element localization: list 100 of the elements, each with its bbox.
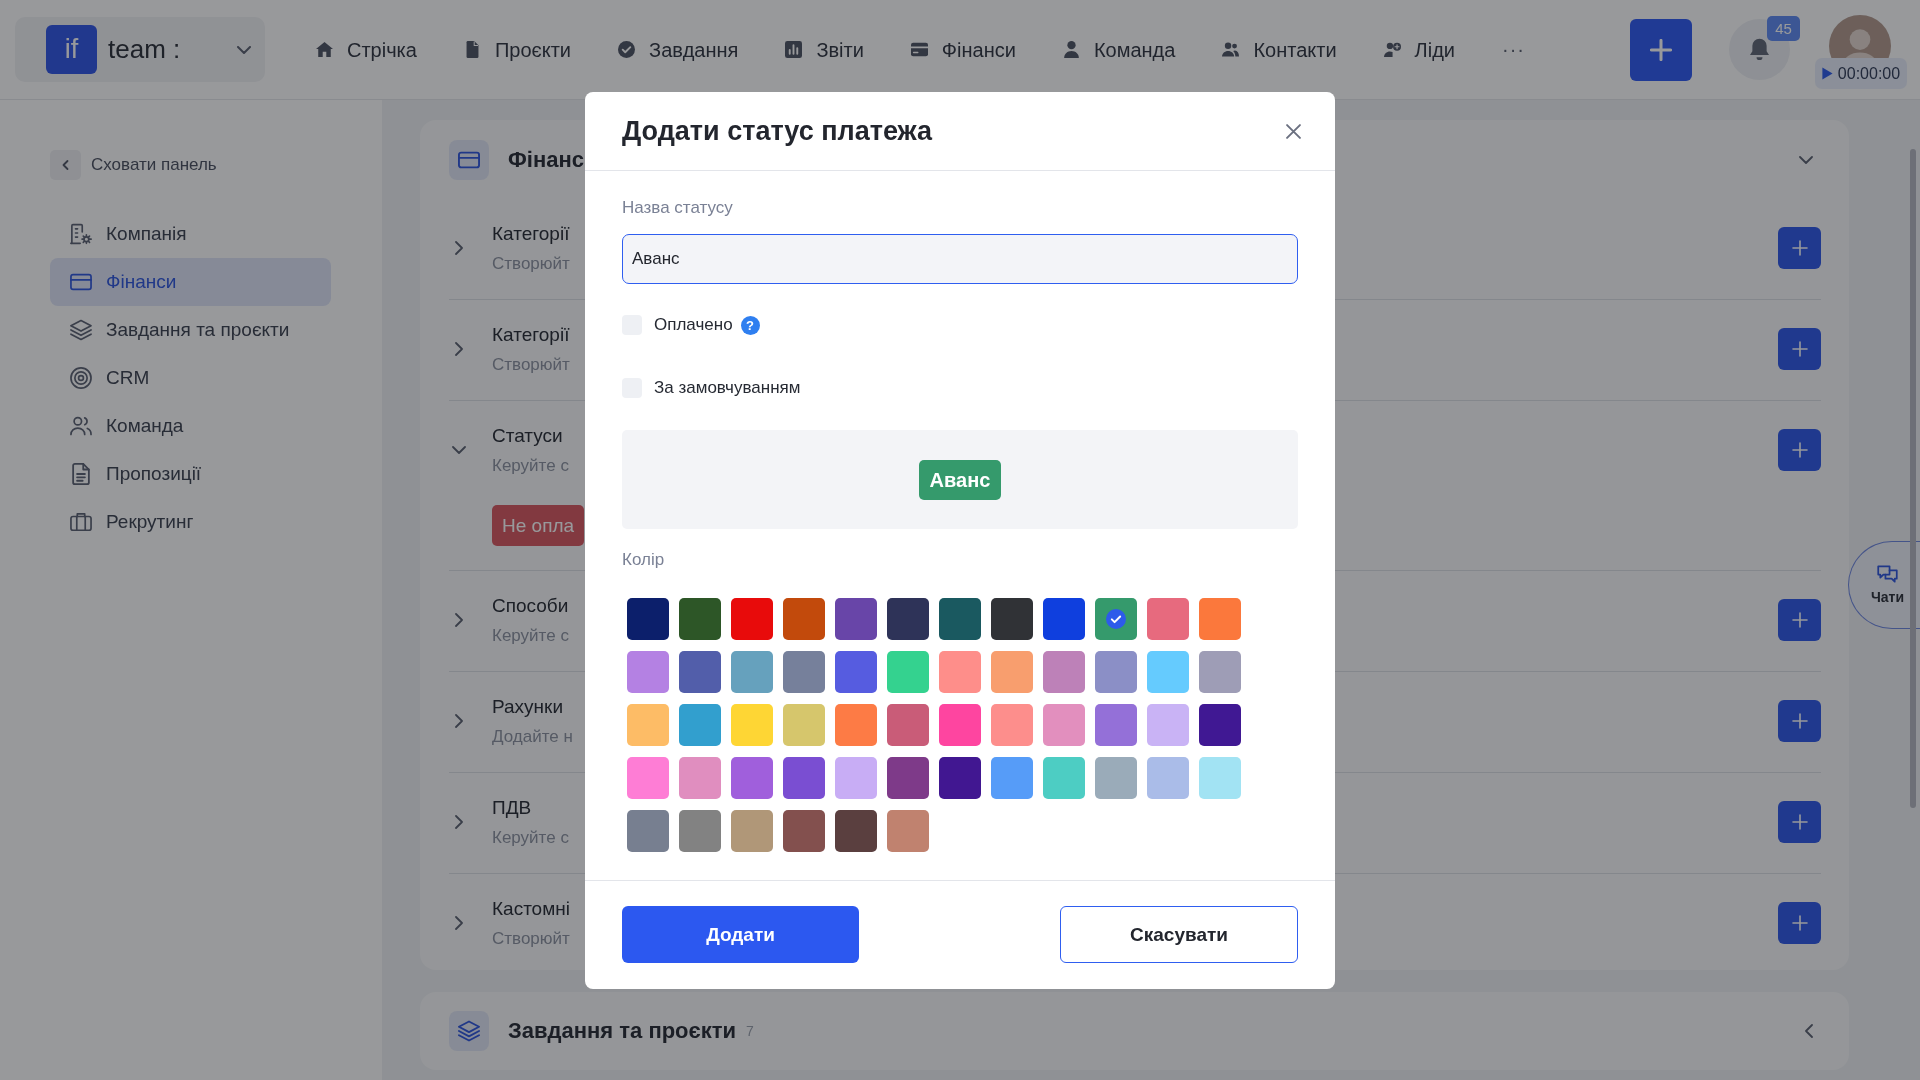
add-button[interactable] [1778, 429, 1821, 471]
timer-button[interactable]: 00:00:00 [1815, 57, 1907, 89]
color-swatch-icon[interactable] [835, 650, 877, 693]
color-swatch-icon[interactable] [627, 597, 669, 640]
color-swatch-icon[interactable] [1043, 650, 1085, 693]
color-swatch-icon[interactable] [1095, 756, 1137, 799]
chevron-down-icon[interactable] [452, 446, 466, 454]
nav-link[interactable]: Проєкти [463, 37, 572, 62]
color-swatch-icon[interactable] [783, 597, 825, 640]
more-button[interactable]: ··· [1502, 38, 1525, 61]
color-swatch-icon[interactable] [939, 650, 981, 693]
color-swatch-icon[interactable] [991, 756, 1033, 799]
color-swatch-icon[interactable] [731, 650, 773, 693]
chevron-right-icon[interactable] [455, 714, 463, 728]
chevron-right-icon[interactable] [455, 815, 463, 829]
help-icon[interactable]: ? [740, 315, 760, 335]
color-swatch-icon[interactable] [1095, 703, 1137, 746]
color-swatch-icon[interactable] [679, 650, 721, 693]
chevron-down-icon[interactable] [1799, 156, 1813, 164]
color-swatch-icon[interactable] [887, 597, 929, 640]
color-swatch-icon[interactable] [783, 756, 825, 799]
color-swatch-icon[interactable] [1043, 597, 1085, 640]
color-swatch-icon[interactable] [1199, 650, 1241, 693]
color-swatch-icon[interactable] [1147, 756, 1189, 799]
sidebar-item[interactable]: Рекрутинг [50, 498, 331, 546]
color-swatch-icon[interactable] [1043, 703, 1085, 746]
status-tag[interactable]: Не опла [492, 505, 585, 546]
color-swatch-icon[interactable] [627, 756, 669, 799]
color-swatch-icon[interactable] [731, 703, 773, 746]
color-swatch-icon[interactable] [1095, 597, 1137, 640]
nav-link[interactable]: Команда [1062, 37, 1176, 62]
color-swatch-icon[interactable] [627, 703, 669, 746]
color-swatch-icon[interactable] [939, 756, 981, 799]
status-name-input[interactable]: Аванс [622, 234, 1298, 284]
add-button[interactable] [1778, 902, 1821, 944]
color-swatch-icon[interactable] [1147, 703, 1189, 746]
color-swatch-icon[interactable] [939, 597, 981, 640]
chevron-left-icon[interactable] [1805, 1024, 1813, 1038]
sidebar-item[interactable]: Пропозиції [50, 450, 331, 498]
sidebar-item[interactable]: Компанія [50, 210, 331, 258]
nav-link[interactable]: Звіти [785, 37, 864, 62]
color-swatch-icon[interactable] [887, 809, 929, 852]
color-swatch-icon[interactable] [731, 809, 773, 852]
color-swatch-icon[interactable] [991, 703, 1033, 746]
add-button[interactable] [1778, 700, 1821, 742]
color-swatch-icon[interactable] [627, 809, 669, 852]
color-swatch-icon[interactable] [679, 756, 721, 799]
sidebar-item[interactable]: Фінанси [50, 258, 331, 306]
color-swatch-icon[interactable] [939, 703, 981, 746]
nav-link[interactable]: Контакти [1222, 37, 1337, 62]
color-swatch-icon[interactable] [731, 756, 773, 799]
color-swatch-icon[interactable] [991, 650, 1033, 693]
color-swatch-icon[interactable] [887, 650, 929, 693]
chevron-right-icon[interactable] [455, 613, 463, 627]
nav-link[interactable]: Завдання [618, 37, 739, 62]
color-swatch-icon[interactable] [1199, 597, 1241, 640]
color-swatch-icon[interactable] [783, 703, 825, 746]
color-swatch-icon[interactable] [835, 703, 877, 746]
person-plus-icon [1383, 41, 1401, 58]
sidebar-item[interactable]: CRM [50, 354, 331, 402]
add-button[interactable] [1778, 599, 1821, 641]
color-swatch-icon[interactable] [783, 650, 825, 693]
color-swatch-icon[interactable] [835, 597, 877, 640]
color-swatch-icon[interactable] [887, 756, 929, 799]
nav-link[interactable]: Фінанси [910, 37, 1016, 62]
hide-panel-button[interactable]: Сховати панель [50, 150, 217, 180]
color-swatch-icon[interactable] [1199, 756, 1241, 799]
color-swatch-icon[interactable] [991, 597, 1033, 640]
color-swatch-icon[interactable] [1147, 650, 1189, 693]
color-swatch-icon[interactable] [731, 597, 773, 640]
color-swatch-icon[interactable] [783, 809, 825, 852]
add-button[interactable] [1630, 18, 1692, 81]
color-swatch-icon[interactable] [1043, 756, 1085, 799]
color-swatch-icon[interactable] [627, 650, 669, 693]
scrollbar-thumb[interactable] [1910, 149, 1916, 808]
sidebar-item[interactable]: Завдання та проєкти [50, 306, 331, 354]
color-swatch-icon[interactable] [835, 756, 877, 799]
color-swatch-icon[interactable] [679, 597, 721, 640]
color-swatch-icon[interactable] [887, 703, 929, 746]
color-swatch-icon[interactable] [1147, 597, 1189, 640]
cancel-button[interactable]: Скасувати [1060, 906, 1298, 963]
add-button[interactable] [1778, 801, 1821, 843]
chevron-right-icon[interactable] [455, 241, 463, 255]
chevron-right-icon[interactable] [455, 916, 463, 930]
add-button[interactable] [1778, 328, 1821, 370]
add-button[interactable] [1778, 227, 1821, 269]
color-swatch-icon[interactable] [835, 809, 877, 852]
add-button[interactable]: Додати [622, 906, 859, 963]
color-swatch-icon[interactable] [1199, 703, 1241, 746]
sidebar-item[interactable]: Команда [50, 402, 331, 450]
chevron-right-icon[interactable] [455, 342, 463, 356]
checkbox-label[interactable]: За замовчуванням [654, 377, 801, 399]
color-swatch-icon[interactable] [679, 703, 721, 746]
workspace-switcher[interactable]: if team : [15, 17, 265, 82]
color-swatch-icon[interactable] [679, 809, 721, 852]
color-swatch-icon[interactable] [1095, 650, 1137, 693]
nav-link[interactable]: Стрічка [316, 37, 417, 62]
nav-link[interactable]: Ліди [1383, 37, 1455, 62]
plus-icon [1791, 612, 1808, 628]
checkbox-label[interactable]: Оплачено [654, 314, 733, 336]
